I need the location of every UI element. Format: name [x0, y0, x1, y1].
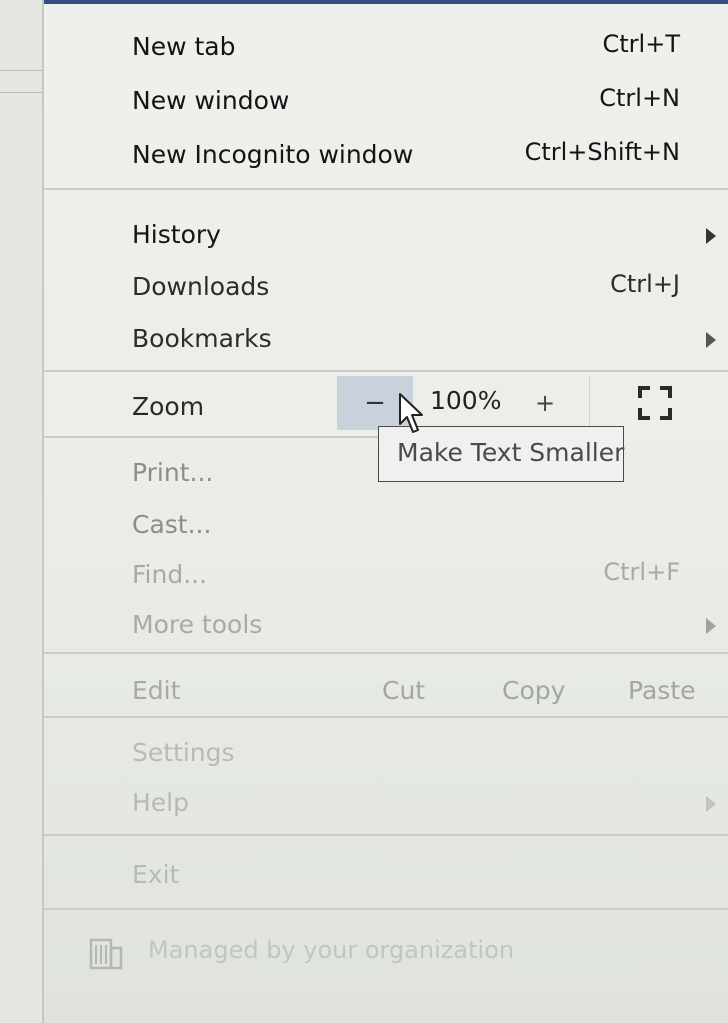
tooltip-text: Make Text Smaller	[397, 438, 625, 467]
divider	[0, 92, 42, 93]
menu-item-label: More tools	[132, 610, 263, 639]
menu-item-label: Edit	[132, 676, 181, 705]
menu-item-label: Help	[132, 788, 189, 817]
menu-item-help[interactable]: Help	[44, 780, 728, 824]
menu-separator	[44, 188, 728, 190]
mouse-pointer-icon	[399, 393, 423, 433]
cut-button[interactable]: Cut	[382, 676, 425, 705]
screen: New tab Ctrl+T New window Ctrl+N New Inc…	[0, 0, 728, 1023]
menu-item-label: Zoom	[132, 392, 205, 421]
divider	[0, 70, 42, 71]
chevron-right-icon	[706, 796, 716, 812]
zoom-level: 100%	[430, 386, 502, 415]
managed-by-organization[interactable]: Managed by your organization	[44, 932, 684, 976]
menu-item-new-window[interactable]: New window Ctrl+N	[44, 78, 728, 122]
menu-separator	[44, 370, 728, 372]
menu-item-shortcut: Ctrl+T	[602, 30, 680, 58]
menu-item-new-tab[interactable]: New tab Ctrl+T	[44, 24, 728, 68]
menu-separator	[44, 436, 378, 438]
menu-item-shortcut: Ctrl+J	[610, 270, 680, 298]
menu-separator	[44, 834, 728, 836]
menu-item-label: Exit	[132, 860, 180, 889]
divider	[589, 376, 590, 432]
menu-item-label: New Incognito window	[132, 140, 414, 169]
menu-item-shortcut: Ctrl+Shift+N	[524, 138, 680, 166]
menu-item-label: Settings	[132, 738, 235, 767]
menu-item-label: History	[132, 220, 221, 249]
menu-item-downloads[interactable]: Downloads Ctrl+J	[44, 264, 728, 308]
menu-item-exit[interactable]: Exit	[44, 852, 728, 896]
menu-item-zoom: Zoom − 100% +	[44, 376, 728, 432]
paste-button[interactable]: Paste	[628, 676, 695, 705]
building-icon	[89, 938, 123, 970]
menu-item-label: New tab	[132, 32, 236, 61]
menu-item-settings[interactable]: Settings	[44, 730, 728, 774]
browser-main-menu: New tab Ctrl+T New window Ctrl+N New Inc…	[44, 4, 728, 1023]
menu-item-label: Downloads	[132, 272, 270, 301]
managed-label: Managed by your organization	[148, 936, 515, 964]
menu-item-label: Bookmarks	[132, 324, 272, 353]
menu-item-label: Cast...	[132, 510, 212, 539]
menu-separator	[44, 908, 728, 910]
menu-item-label: Print...	[132, 458, 214, 487]
chevron-right-icon	[706, 228, 716, 244]
menu-item-edit: Edit Cut Copy Paste	[44, 668, 728, 712]
menu-item-more-tools[interactable]: More tools	[44, 602, 728, 646]
fullscreen-button[interactable]	[636, 384, 674, 422]
menu-item-cast[interactable]: Cast...	[44, 502, 728, 546]
menu-item-label: New window	[132, 86, 290, 115]
copy-button[interactable]: Copy	[502, 676, 565, 705]
fullscreen-icon	[638, 386, 672, 420]
browser-page-edge	[0, 0, 44, 1023]
menu-item-history[interactable]: History	[44, 212, 728, 256]
menu-separator	[44, 652, 728, 654]
menu-item-new-incognito-window[interactable]: New Incognito window Ctrl+Shift+N	[44, 132, 728, 176]
menu-item-bookmarks[interactable]: Bookmarks	[44, 316, 728, 360]
menu-item-label: Find...	[132, 560, 208, 589]
zoom-in-button[interactable]: +	[520, 378, 570, 428]
menu-item-shortcut: Ctrl+N	[599, 84, 680, 112]
menu-item-shortcut: Ctrl+F	[603, 558, 680, 586]
menu-separator	[44, 716, 728, 718]
chevron-right-icon	[706, 618, 716, 634]
chevron-right-icon	[706, 332, 716, 348]
menu-item-find[interactable]: Find... Ctrl+F	[44, 552, 728, 596]
